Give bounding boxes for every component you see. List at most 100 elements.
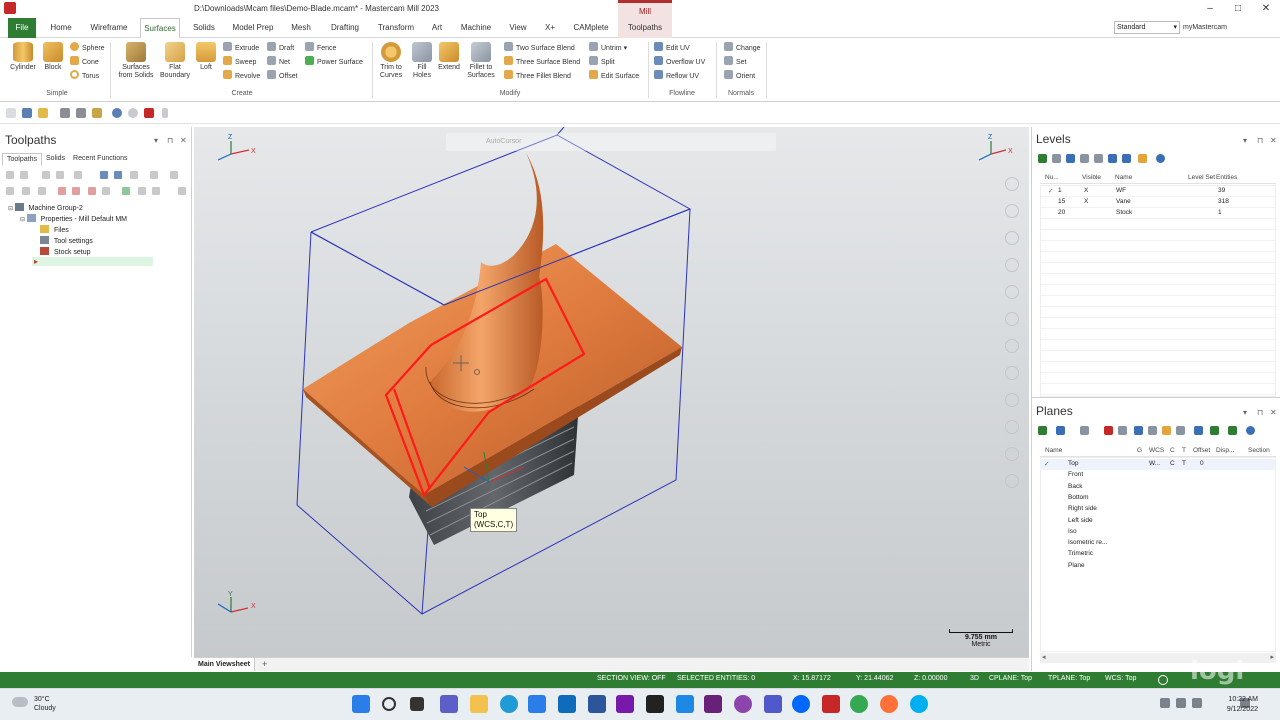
tree-properties[interactable]: ⊟ Properties - Mill Default MM [6, 214, 186, 225]
skype-icon[interactable] [910, 695, 928, 713]
reflow-uv-button[interactable]: Reflow UV [654, 70, 699, 82]
level-set-icon[interactable] [1066, 154, 1075, 163]
windows-start-icon[interactable] [352, 695, 370, 713]
tab-surfaces[interactable]: Surfaces [140, 18, 180, 38]
toggle-display-icon[interactable] [22, 187, 30, 195]
vscode-icon[interactable] [676, 695, 694, 713]
move-down-icon[interactable] [58, 187, 66, 195]
pan-icon[interactable] [1005, 258, 1019, 272]
select-plane-icon[interactable] [1056, 426, 1065, 435]
measure-icon[interactable] [1005, 420, 1019, 434]
shading-icon[interactable] [1005, 339, 1019, 353]
wcs-status[interactable]: WCS: Top [1105, 675, 1136, 682]
mymastercam-link[interactable]: myMastercam [1183, 24, 1227, 31]
close-icon[interactable]: ✕ [1270, 136, 1277, 145]
block-button[interactable]: Block [40, 42, 66, 72]
view-icon[interactable] [1158, 675, 1168, 685]
edit-uv-button[interactable]: Edit UV [654, 42, 690, 54]
find-level-icon[interactable] [1052, 154, 1061, 163]
plane-set-icon[interactable] [1148, 426, 1157, 435]
level-row[interactable]: 15 X Vane 318 [1040, 197, 1276, 208]
tab-file[interactable]: File [8, 18, 36, 38]
close-icon[interactable]: ✕ [1270, 408, 1277, 417]
print-icon[interactable] [60, 108, 70, 118]
plane-row[interactable]: Iso [1040, 527, 1276, 538]
tab-drafting[interactable]: Drafting [324, 18, 366, 38]
draft-button[interactable]: Draft [267, 42, 294, 54]
plane-row[interactable]: Front [1040, 470, 1276, 481]
fill-holes-button[interactable]: Fill Holes [410, 42, 434, 80]
subtab-toolpaths[interactable]: Toolpaths [2, 153, 42, 166]
set-plane-icon[interactable] [1104, 426, 1113, 435]
tab-home[interactable]: Home [46, 18, 76, 38]
split-button[interactable]: Split [589, 56, 615, 68]
select-failed-icon[interactable] [20, 171, 28, 179]
outlook-icon[interactable] [558, 695, 576, 713]
section-view-status[interactable]: SECTION VIEW: OFF [597, 675, 666, 682]
lock-icon[interactable] [6, 187, 14, 195]
tab-mesh[interactable]: Mesh [286, 18, 316, 38]
copilot-icon[interactable] [734, 695, 752, 713]
close-icon[interactable]: ✕ [180, 136, 187, 145]
expand-icon[interactable] [138, 187, 146, 195]
level-stack-icon[interactable] [1080, 154, 1089, 163]
open-icon[interactable] [38, 108, 48, 118]
subtab-recent-functions[interactable]: Recent Functions [69, 153, 131, 166]
panel-menu-icon[interactable]: ▾ [1243, 408, 1247, 417]
net-button[interactable]: Net [267, 56, 290, 68]
plane-row[interactable]: Left side [1040, 516, 1276, 527]
single-op-icon[interactable] [122, 187, 130, 195]
customize-icon[interactable] [162, 108, 168, 118]
mode-3d-toggle[interactable]: 3D [970, 675, 979, 682]
chat-icon[interactable] [440, 695, 458, 713]
mill-context-tab[interactable]: Mill [618, 0, 672, 18]
add-plane-icon[interactable] [1038, 426, 1047, 435]
revolve-button[interactable]: Revolve [223, 70, 260, 82]
simulate-icon[interactable] [114, 171, 122, 179]
plane-origin-icon[interactable] [1210, 426, 1219, 435]
find-plane-icon[interactable] [1080, 426, 1089, 435]
file-explorer-icon[interactable] [470, 695, 488, 713]
offset-button[interactable]: Offset [267, 70, 298, 82]
graphics-viewport[interactable]: Z X Z X Y X AutoCursor Top (WCS,C,T) 9.7… [194, 127, 1029, 657]
chrome-icon[interactable] [850, 695, 868, 713]
pin-icon[interactable]: ⊓ [1257, 136, 1263, 145]
two-surface-blend-button[interactable]: Two Surface Blend [504, 42, 575, 54]
analyze-icon[interactable] [144, 108, 154, 118]
plane-settings-icon[interactable] [1162, 426, 1171, 435]
redo-icon[interactable] [128, 108, 138, 118]
tree-tool-settings[interactable]: Tool settings [6, 236, 186, 247]
add-level-icon[interactable] [1038, 154, 1047, 163]
overflow-uv-button[interactable]: Overflow UV [654, 56, 705, 68]
sphere-button[interactable]: Sphere [70, 42, 105, 54]
undo-icon[interactable] [112, 108, 122, 118]
close-button[interactable]: ✕ [1252, 0, 1280, 18]
terminal-icon[interactable] [646, 695, 664, 713]
plane-row[interactable]: Right side [1040, 504, 1276, 515]
surfaces-from-solids-button[interactable]: Surfaces from Solids [114, 42, 158, 80]
level-help-icon[interactable] [1156, 154, 1165, 163]
plane-filter-icon[interactable] [1118, 426, 1127, 435]
pin-icon[interactable]: ⊓ [167, 136, 173, 145]
plane-display-icon[interactable] [1176, 426, 1185, 435]
tab-toolpaths[interactable]: Toolpaths [618, 18, 672, 38]
level-grid-icon[interactable] [1122, 154, 1131, 163]
cone-button[interactable]: Cone [70, 56, 99, 68]
clock[interactable]: 10:22 AM 9/12/2022 [1227, 695, 1258, 715]
zoom-out-icon[interactable] [1005, 204, 1019, 218]
edge-icon[interactable] [500, 695, 518, 713]
plane-row[interactable]: Trimetric [1040, 549, 1276, 560]
select-all-icon[interactable] [6, 171, 14, 179]
backplot-icon[interactable] [74, 171, 82, 179]
level-row[interactable]: ✓ 1 X WF 39 [1040, 186, 1276, 197]
insert-arrow-icon[interactable] [88, 187, 96, 195]
rotate-icon[interactable] [1005, 231, 1019, 245]
fence-button[interactable]: Fence [305, 42, 336, 54]
orient-normal-button[interactable]: Orient [724, 70, 755, 82]
sweep-button[interactable]: Sweep [223, 56, 256, 68]
plane-grid-icon[interactable] [1134, 426, 1143, 435]
tab-wireframe[interactable]: Wireframe [86, 18, 132, 38]
tree-files[interactable]: Files [6, 225, 186, 236]
plane-reset-icon[interactable] [1194, 426, 1203, 435]
wireframe-icon[interactable] [1005, 366, 1019, 380]
